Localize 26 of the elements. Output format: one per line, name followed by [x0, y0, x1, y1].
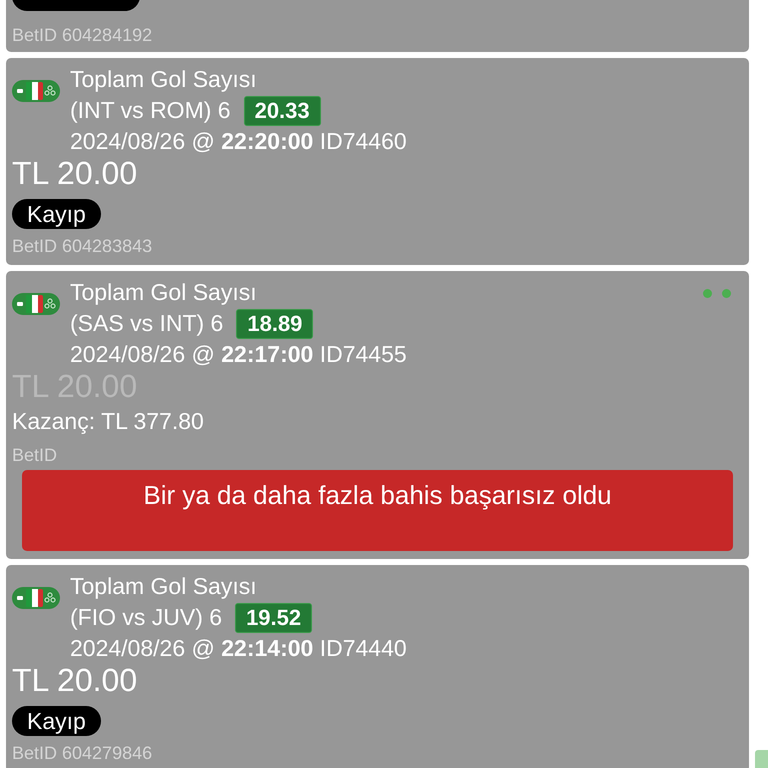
italy-flag-icon: [12, 587, 60, 609]
italy-flag-icon: [12, 80, 60, 102]
bet-id: BetID: [12, 444, 58, 467]
bet-id: BetID 604279846: [12, 742, 154, 765]
error-message: Bir ya da daha fazla bahis başarısız oldu: [143, 480, 612, 512]
italy-flag-icon: [12, 293, 60, 315]
bet-id: BetID 604284192: [12, 24, 154, 47]
event-time: 2024/08/26 @ 22:17:00 ID74455: [70, 340, 407, 369]
status-pill: Kayıp: [12, 706, 101, 736]
scroll-indicator: [755, 750, 768, 768]
status-pill: Kayıp: [12, 199, 101, 229]
odds-badge: 19.52: [235, 602, 312, 632]
winnings-text: Kazanç: TL 377.80: [12, 407, 205, 436]
odds-badge: 18.89: [236, 308, 314, 338]
event-time: 2024/08/26 @ 22:20:00 ID74460: [70, 127, 407, 156]
bet-id: BetID 604283843: [12, 235, 154, 258]
market-title: Toplam Gol Sayısı: [70, 572, 258, 601]
stake-amount: TL 20.00: [12, 155, 138, 191]
odds-badge: 20.33: [244, 96, 321, 126]
selection-text: (FIO vs JUV) 6: [70, 603, 222, 632]
selection-text: (INT vs ROM) 6: [70, 96, 231, 125]
event-time: 2024/08/26 @ 22:14:00 ID74440: [70, 634, 407, 663]
market-title: Toplam Gol Sayısı: [70, 65, 258, 94]
market-title: Toplam Gol Sayısı: [70, 278, 258, 307]
stake-amount: TL 20.00: [12, 662, 138, 698]
selection-text: (SAS vs INT) 6: [70, 309, 224, 338]
